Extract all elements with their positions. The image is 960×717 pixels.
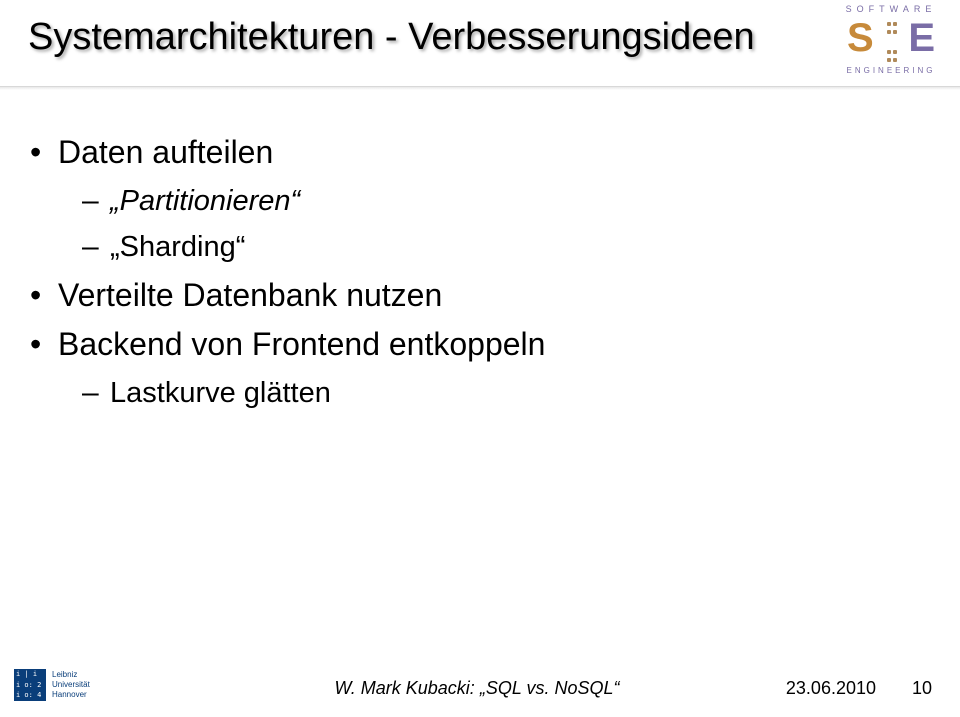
bullet-2: Verteilte Datenbank nutzen (30, 271, 930, 321)
bullet-3-text: Backend von Frontend entkoppeln (58, 326, 545, 362)
se-logo: SOFTWARE S E ENGINEERING (836, 4, 946, 75)
title-divider (0, 86, 960, 90)
bullet-3: Backend von Frontend entkoppeln Lastkurv… (30, 320, 930, 416)
bullet-3-sub-1: Lastkurve glätten (82, 370, 930, 417)
bullet-1: Daten aufteilen Partitionieren Sharding (30, 128, 930, 271)
slide-content: Daten aufteilen Partitionieren Sharding … (30, 128, 930, 416)
bullet-1-sub-1: Partitionieren (82, 178, 930, 225)
uni-mark-row-1: i | i (16, 671, 44, 678)
logo-mark: S E (841, 16, 941, 64)
bullet-1-sub-2-text: Sharding (110, 231, 245, 263)
logo-bottom-word: ENGINEERING (836, 66, 946, 75)
bullet-2-text: Verteilte Datenbank nutzen (58, 277, 442, 313)
slide: Systemarchitekturen - Verbesserungsideen… (0, 0, 960, 717)
bullet-1-sub-1-text: Partitionieren (110, 185, 300, 217)
logo-letter-e: E (908, 16, 935, 61)
bullet-1-text: Daten aufteilen (58, 134, 273, 170)
slide-footer: i | i i o: 2 i o: 4 Leibniz Universität … (14, 663, 940, 705)
footer-author: W. Mark Kubacki: (334, 678, 479, 698)
logo-top-word: SOFTWARE (836, 4, 946, 14)
bullet-3-sub-1-text: Lastkurve glätten (110, 377, 331, 409)
slide-title: Systemarchitekturen - Verbesserungsideen (28, 16, 755, 59)
bullet-1-sub-2: Sharding (82, 224, 930, 271)
footer-talk-title: SQL vs. NoSQL (480, 678, 620, 698)
footer-date: 23.06.2010 (786, 678, 876, 699)
logo-letter-s: S (847, 16, 874, 61)
footer-page-number: 10 (912, 678, 932, 699)
